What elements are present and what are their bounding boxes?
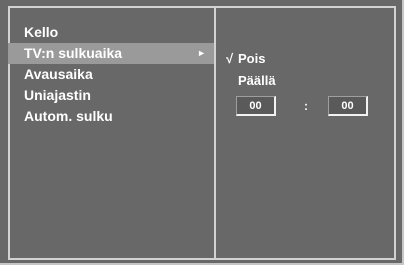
menu-item-uniajastin[interactable]: Uniajastin xyxy=(8,85,214,106)
hours-field[interactable]: 00 xyxy=(236,96,276,116)
menu-item-label: TV:n sulkuaika xyxy=(24,45,123,61)
menu-item-kello[interactable]: Kello xyxy=(8,22,214,43)
menu-item-label: Autom. sulku xyxy=(24,108,113,124)
time-separator: : xyxy=(304,99,308,113)
main-menu: Kello TV:n sulkuaika ► Avausaika Uniajas… xyxy=(8,22,214,127)
menu-item-tv-sulkuaika[interactable]: TV:n sulkuaika ► xyxy=(8,43,214,64)
menu-item-autom-sulku[interactable]: Autom. sulku xyxy=(8,106,214,127)
option-pois[interactable]: √ Pois xyxy=(226,48,276,70)
check-icon: √ xyxy=(226,51,234,66)
option-label: Päällä xyxy=(238,73,276,88)
menu-item-label: Uniajastin xyxy=(24,87,91,103)
panel-divider xyxy=(214,6,216,260)
submenu-panel: √ Pois Päällä xyxy=(226,48,276,92)
menu-item-avausaika[interactable]: Avausaika xyxy=(8,64,214,85)
time-setting: 00 : 00 xyxy=(236,96,376,116)
menu-screen: Kello TV:n sulkuaika ► Avausaika Uniajas… xyxy=(0,0,404,265)
option-paalla[interactable]: Päällä xyxy=(226,70,276,92)
submenu-arrow-icon: ► xyxy=(197,48,206,58)
minutes-field[interactable]: 00 xyxy=(328,96,368,116)
menu-item-label: Avausaika xyxy=(24,66,93,82)
menu-item-label: Kello xyxy=(24,24,59,40)
option-label: Pois xyxy=(238,51,266,66)
